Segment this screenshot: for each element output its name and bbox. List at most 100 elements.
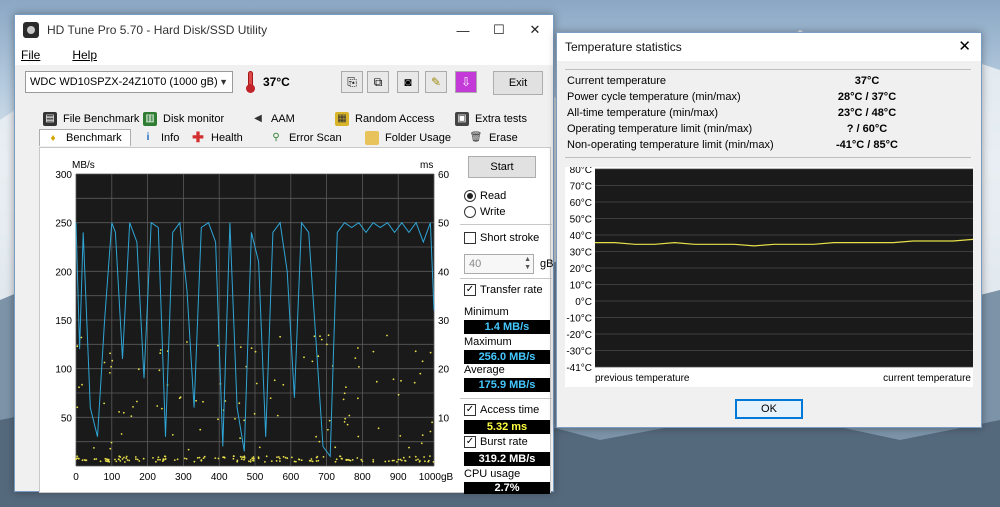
x-tick-label: 600	[282, 472, 299, 483]
ok-button[interactable]: OK	[735, 399, 803, 419]
exit-button[interactable]: Exit	[493, 71, 543, 95]
access-time-point	[115, 460, 118, 463]
tab-benchmark[interactable]: ♦ Benchmark	[39, 129, 131, 146]
short-stroke-unit: gB	[540, 258, 554, 270]
tab-random-access[interactable]: ▦ Random Access	[335, 111, 455, 126]
tab-extra-tests[interactable]: ▣ Extra tests	[455, 111, 545, 126]
access-time-point	[185, 458, 188, 460]
hdtune-title: HD Tune Pro 5.70 - Hard Disk/SSD Utility	[47, 23, 268, 37]
access-time-point	[431, 421, 433, 424]
access-time-point	[386, 334, 388, 337]
options-wrench-icon[interactable]: ✎	[425, 71, 447, 93]
access-time-point	[334, 446, 337, 449]
temp-x-left-label: previous temperature	[595, 373, 690, 384]
access-time-point	[111, 359, 114, 362]
access-time-point	[423, 456, 425, 458]
access-time-point	[421, 434, 424, 436]
read-radio[interactable]: Read	[464, 190, 506, 202]
tab-health[interactable]: ✚ Health	[191, 129, 269, 145]
temp-x-right-label: current temperature	[883, 373, 971, 384]
access-time-point	[239, 455, 242, 458]
tab-aam[interactable]: ◀ AAM	[251, 112, 335, 126]
temp-stat-value: ? / 60°C	[846, 123, 888, 135]
close-button[interactable]: ✕	[517, 15, 553, 45]
folder-icon	[365, 130, 379, 145]
access-time-point	[432, 461, 435, 463]
access-time-point	[377, 427, 380, 430]
access-time-point	[156, 405, 159, 407]
access-time-point	[300, 459, 303, 462]
access-time-point	[313, 335, 316, 338]
access-time-point	[109, 352, 111, 355]
burst-rate-checkbox[interactable]: ✓ Burst rate	[464, 436, 528, 448]
menu-help[interactable]: Help	[72, 48, 113, 62]
tab-info[interactable]: i Info	[131, 131, 191, 145]
access-time-point	[311, 360, 314, 363]
temperature-history-chart: 80°C 70°C 60°C 50°C 40°C 30°C 20°C 10°C 0°C -10°C…	[566, 165, 974, 384]
copy-text-icon[interactable]: ⎘	[341, 71, 363, 93]
access-time-point	[217, 344, 219, 347]
access-time-point	[279, 460, 281, 462]
access-time-point	[109, 372, 111, 374]
tab-erase[interactable]: 🗑 Erase	[469, 131, 529, 145]
health-cross-icon: ✚	[192, 129, 204, 145]
transfer-rate-checkbox[interactable]: ✓ Transfer rate	[464, 284, 543, 296]
access-time-point	[265, 455, 268, 458]
access-time-point	[176, 458, 179, 461]
minimize-button[interactable]: —	[445, 15, 481, 45]
tab-error-scan[interactable]: ⚲ Error Scan	[269, 131, 365, 145]
tab-folder-usage[interactable]: Folder Usage	[365, 130, 469, 145]
tab-file-benchmark[interactable]: ▤ File Benchmark	[39, 111, 143, 126]
short-stroke-input[interactable]: 40 ▲ ▼	[464, 254, 534, 274]
menu-file[interactable]: File	[21, 48, 56, 62]
left-tick-label: 100	[55, 365, 72, 376]
start-button[interactable]: Start	[468, 156, 536, 178]
access-time-point	[249, 459, 252, 461]
screenshot-camera-icon[interactable]: ◙	[397, 71, 419, 93]
access-time-point	[178, 397, 181, 400]
access-time-point	[173, 459, 176, 461]
access-time-point	[282, 455, 285, 458]
write-radio[interactable]: Write	[464, 206, 505, 218]
save-download-icon[interactable]: ⇩	[455, 71, 477, 93]
access-time-point	[114, 458, 116, 461]
maximize-button[interactable]: ☐	[481, 15, 517, 45]
access-time-point	[118, 411, 120, 413]
access-time-point	[249, 460, 252, 463]
access-time-point	[121, 458, 124, 460]
access-time-point	[103, 361, 106, 364]
access-time-point	[343, 421, 346, 423]
access-time-point	[421, 360, 424, 363]
drive-select-value: WDC WD10SPZX-24Z10T0 (1000 gB)	[30, 76, 218, 88]
access-time-point	[419, 372, 422, 375]
access-time-point	[77, 457, 80, 460]
access-time-point	[318, 440, 321, 443]
thermometer-icon[interactable]	[245, 71, 255, 93]
drive-select[interactable]: WDC WD10SPZX-24Z10T0 (1000 gB) ▼	[25, 71, 233, 93]
access-time-point	[253, 457, 255, 460]
minimum-label: Minimum	[464, 306, 509, 318]
access-time-point	[396, 461, 398, 463]
access-time-point	[80, 336, 83, 339]
copy-screen-icon[interactable]: ⧉	[367, 71, 389, 93]
access-time-point	[357, 347, 359, 349]
access-time-point	[415, 459, 417, 461]
access-time-point	[108, 460, 111, 463]
access-time-point	[251, 457, 254, 460]
access-time-point	[120, 433, 123, 435]
access-time-point	[161, 407, 163, 410]
short-stroke-checkbox[interactable]: Short stroke	[464, 232, 539, 244]
access-time-point	[234, 418, 236, 420]
maximum-label: Maximum	[464, 336, 512, 348]
access-time-checkbox[interactable]: ✓ Access time	[464, 404, 539, 416]
access-time-point	[158, 369, 161, 372]
access-time-point	[253, 412, 256, 415]
access-time-point	[429, 430, 432, 433]
tab-disk-monitor[interactable]: ▥ Disk monitor	[143, 111, 251, 126]
access-time-point	[303, 356, 305, 359]
close-icon[interactable]: ✕	[958, 37, 971, 55]
x-tick-label: 200	[139, 472, 156, 483]
access-time-point	[328, 419, 331, 422]
temp-y-tick-label: 40°C	[570, 231, 592, 242]
access-time-point	[341, 457, 343, 460]
